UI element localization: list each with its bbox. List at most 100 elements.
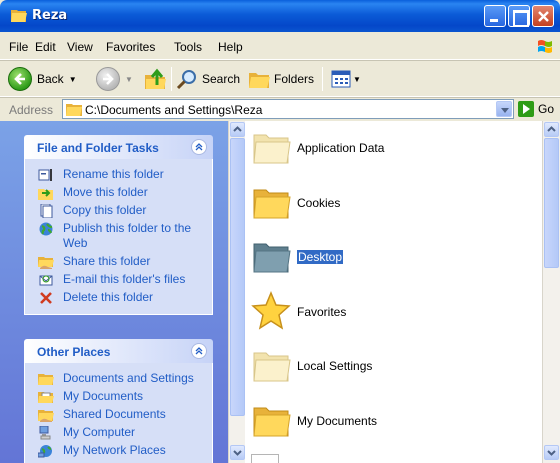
scroll-thumb[interactable] xyxy=(230,138,245,416)
task-label: Delete this folder xyxy=(63,290,154,304)
task-copy[interactable]: Copy this folder xyxy=(38,203,212,218)
copy-icon xyxy=(40,204,53,218)
scroll-down-button[interactable] xyxy=(230,445,245,460)
chevron-down-icon[interactable]: ▼ xyxy=(353,75,361,84)
file-item-application-data[interactable]: Application Data xyxy=(251,127,384,167)
folder-faded-icon xyxy=(253,352,291,382)
task-label: Share this folder xyxy=(63,254,151,268)
address-input[interactable]: C:\Documents and Settings\Reza xyxy=(62,99,514,119)
folders-icon xyxy=(249,73,270,88)
place-my-network-places[interactable]: My Network Places xyxy=(38,443,212,458)
place-shared-documents[interactable]: Shared Documents xyxy=(38,407,212,422)
menu-view[interactable]: View xyxy=(67,40,93,54)
windows-logo-icon xyxy=(538,40,552,53)
back-arrow-icon xyxy=(8,67,32,91)
address-dropdown-button[interactable] xyxy=(496,101,512,117)
task-publish[interactable]: Publish this folder to the Web xyxy=(38,221,212,251)
file-folder-tasks-panel: File and Folder Tasks Rename this folder… xyxy=(24,135,213,315)
scroll-up-button[interactable] xyxy=(230,122,245,137)
go-button[interactable]: Go xyxy=(518,100,554,118)
collapse-chevron-icon[interactable] xyxy=(191,139,207,155)
place-label: Documents and Settings xyxy=(63,371,194,385)
folder-icon xyxy=(66,104,82,116)
menu-file[interactable]: File xyxy=(9,40,28,54)
menu-tools[interactable]: Tools xyxy=(174,40,202,54)
file-item-cookies[interactable]: Cookies xyxy=(251,182,340,222)
go-label: Go xyxy=(538,102,555,116)
views-button[interactable]: ▼ xyxy=(331,65,361,93)
my-documents-icon xyxy=(38,392,54,403)
toolbar-separator xyxy=(322,67,323,91)
panel-header[interactable]: Other Places xyxy=(24,339,213,363)
task-move[interactable]: Move this folder xyxy=(38,185,212,200)
task-email[interactable]: E-mail this folder's files xyxy=(38,272,212,287)
computer-icon xyxy=(39,426,51,440)
task-pane-scrollbar[interactable] xyxy=(228,121,245,463)
chevron-down-icon[interactable]: ▼ xyxy=(125,75,133,84)
email-icon xyxy=(39,275,53,286)
up-folder-button[interactable] xyxy=(143,65,167,93)
panel-body: Rename this folder Move this folder Copy… xyxy=(24,159,213,315)
task-label: Move this folder xyxy=(63,185,148,199)
folder-selected-icon xyxy=(253,243,291,273)
scroll-thumb[interactable] xyxy=(544,138,559,268)
forward-arrow-icon xyxy=(96,67,120,91)
panel-header[interactable]: File and Folder Tasks xyxy=(24,135,213,159)
file-item-desktop[interactable]: Desktop xyxy=(251,236,344,276)
folders-button[interactable]: Folders xyxy=(248,65,314,93)
file-name: My Documents xyxy=(297,414,378,428)
task-label: E-mail this folder's files xyxy=(63,272,186,286)
folder-icon xyxy=(11,10,27,22)
chevron-up-icon xyxy=(547,126,556,132)
address-value: C:\Documents and Settings\Reza xyxy=(85,103,263,117)
title-bar[interactable]: Reza xyxy=(0,0,560,32)
forward-button[interactable]: ▼ xyxy=(96,65,133,93)
place-label: My Computer xyxy=(63,425,136,439)
menu-edit[interactable]: Edit xyxy=(35,40,56,54)
window-title: Reza xyxy=(32,8,68,23)
task-label: Copy this folder xyxy=(63,203,147,217)
shared-folder-icon xyxy=(38,410,54,422)
folders-label: Folders xyxy=(274,72,315,86)
back-button[interactable]: Back ▼ xyxy=(8,65,77,93)
file-name: Application Data xyxy=(297,141,385,155)
move-icon xyxy=(38,189,53,200)
place-my-documents[interactable]: My Documents xyxy=(38,389,212,404)
file-name: Cookies xyxy=(297,196,341,210)
file-item-local-settings[interactable]: Local Settings xyxy=(251,345,372,385)
chevron-down-icon[interactable]: ▼ xyxy=(69,75,77,84)
toolbar-separator xyxy=(171,67,172,91)
file-item-favorites[interactable]: Favorites xyxy=(251,291,346,331)
folder-icon xyxy=(253,189,291,219)
folder-icon xyxy=(253,407,291,437)
menu-favorites[interactable]: Favorites xyxy=(106,40,155,54)
task-label: Publish this folder to the Web xyxy=(63,221,192,250)
task-delete[interactable]: Delete this folder xyxy=(38,290,212,305)
task-pane: File and Folder Tasks Rename this folder… xyxy=(0,121,228,463)
chevron-down-icon xyxy=(547,450,556,456)
task-rename[interactable]: Rename this folder xyxy=(38,167,212,182)
close-button[interactable] xyxy=(532,5,554,27)
collapse-chevron-icon[interactable] xyxy=(191,343,207,359)
delete-icon xyxy=(40,292,52,304)
scroll-down-button[interactable] xyxy=(544,445,559,460)
search-button[interactable]: Search xyxy=(176,65,240,93)
menu-help[interactable]: Help xyxy=(218,40,243,54)
panel-body: Documents and Settings My Documents Shar… xyxy=(24,363,213,463)
place-label: My Network Places xyxy=(63,443,166,457)
place-label: Shared Documents xyxy=(63,407,166,421)
close-icon xyxy=(538,11,549,22)
panel-title: Other Places xyxy=(37,345,111,359)
task-share[interactable]: Share this folder xyxy=(38,254,212,269)
scroll-up-button[interactable] xyxy=(544,122,559,137)
address-bar: Address C:\Documents and Settings\Reza G… xyxy=(0,97,560,121)
star-icon xyxy=(251,291,291,330)
chevron-down-icon xyxy=(233,450,242,456)
file-list-scrollbar[interactable] xyxy=(542,121,560,463)
maximize-button[interactable] xyxy=(508,5,530,27)
minimize-button[interactable] xyxy=(484,5,506,27)
place-documents-and-settings[interactable]: Documents and Settings xyxy=(38,371,212,386)
place-my-computer[interactable]: My Computer xyxy=(38,425,212,440)
panel-title: File and Folder Tasks xyxy=(37,141,159,155)
file-item-my-documents[interactable]: My Documents xyxy=(251,400,377,440)
